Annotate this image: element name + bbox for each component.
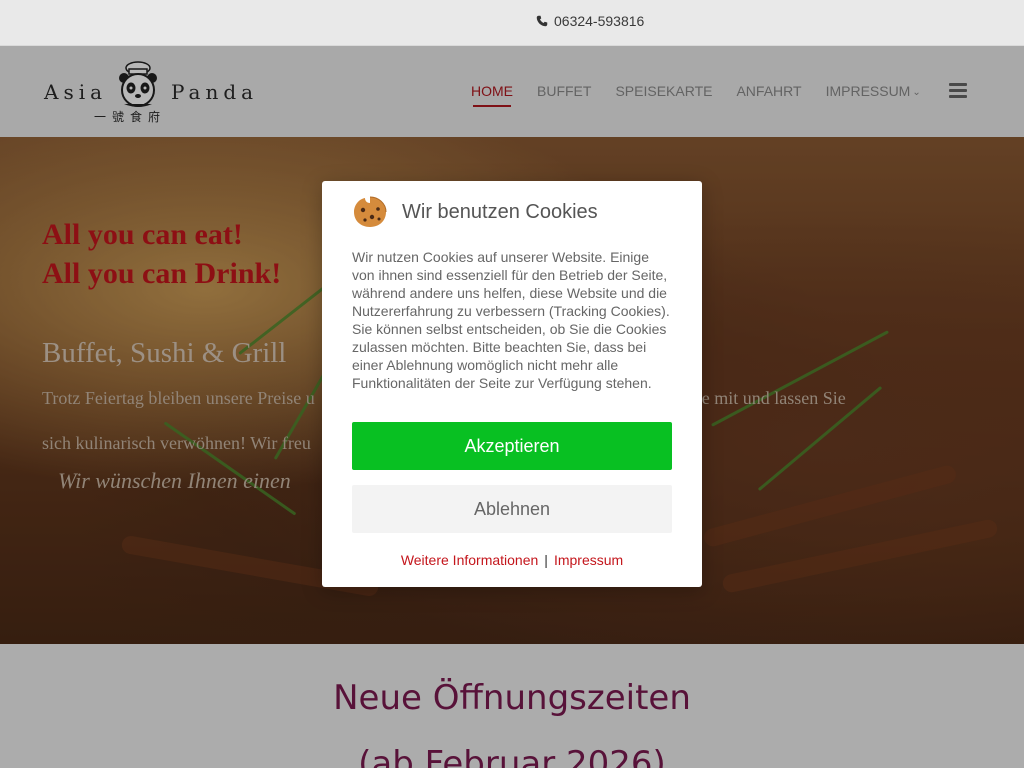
cookie-dialog-links: Weitere Informationen | Impressum [322, 552, 702, 568]
phone-number: 06324-593816 [554, 13, 645, 29]
link-separator: | [544, 552, 548, 568]
impressum-link[interactable]: Impressum [554, 552, 623, 568]
phone-contact[interactable]: 06324-593816 [536, 13, 644, 29]
more-info-link[interactable]: Weitere Informationen [401, 552, 538, 568]
decline-cookies-button[interactable]: Ablehnen [352, 485, 672, 533]
cookie-dialog-header: Wir benutzen Cookies [352, 195, 598, 229]
cookie-consent-dialog: Wir benutzen Cookies Wir nutzen Cookies … [322, 181, 702, 587]
cookie-dialog-text: Wir nutzen Cookies auf unserer Website. … [352, 249, 670, 391]
phone-icon [536, 15, 548, 27]
top-bar: 06324-593816 [0, 0, 1024, 46]
cookie-dialog-title: Wir benutzen Cookies [402, 200, 598, 223]
cookie-icon [354, 196, 387, 227]
accept-cookies-button[interactable]: Akzeptieren [352, 422, 672, 470]
